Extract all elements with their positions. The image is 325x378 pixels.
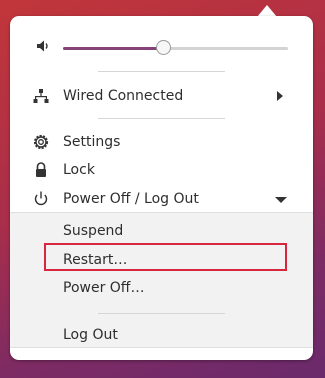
lock-label: Lock (63, 162, 95, 178)
volume-slider-fill (63, 47, 165, 50)
menu-item-wired-connected[interactable]: Wired Connected (10, 82, 313, 110)
log-out-label: Log Out (63, 327, 118, 343)
volume-row (10, 32, 313, 62)
wired-connected-label: Wired Connected (63, 88, 184, 104)
menu-item-settings[interactable]: Settings (10, 128, 313, 156)
power-submenu: Suspend Restart… Power Off… Log Out (10, 212, 313, 348)
gear-icon (32, 133, 50, 151)
chevron-down-icon (275, 197, 287, 203)
chevron-right-icon (277, 91, 283, 101)
power-icon (32, 190, 50, 208)
suspend-label: Suspend (63, 223, 124, 239)
submenu-item-log-out[interactable]: Log Out (10, 321, 313, 349)
system-menu: Wired Connected Settings Lock Power Off … (10, 16, 313, 360)
submenu-item-suspend[interactable]: Suspend (10, 217, 313, 245)
power-off-log-out-label: Power Off / Log Out (63, 191, 199, 207)
volume-slider-knob[interactable] (156, 40, 172, 55)
menu-item-lock[interactable]: Lock (10, 156, 313, 184)
lock-icon (32, 161, 50, 179)
volume-slider[interactable] (63, 40, 288, 55)
network-wired-icon (32, 87, 50, 105)
submenu-item-power-off[interactable]: Power Off… (10, 274, 313, 302)
menu-item-power-off-log-out[interactable]: Power Off / Log Out (10, 185, 313, 213)
highlight-box (44, 243, 287, 271)
power-off-label: Power Off… (63, 280, 145, 296)
settings-label: Settings (63, 134, 121, 150)
separator (98, 118, 225, 119)
separator (98, 71, 225, 72)
separator (98, 313, 225, 314)
volume-icon (36, 38, 50, 52)
